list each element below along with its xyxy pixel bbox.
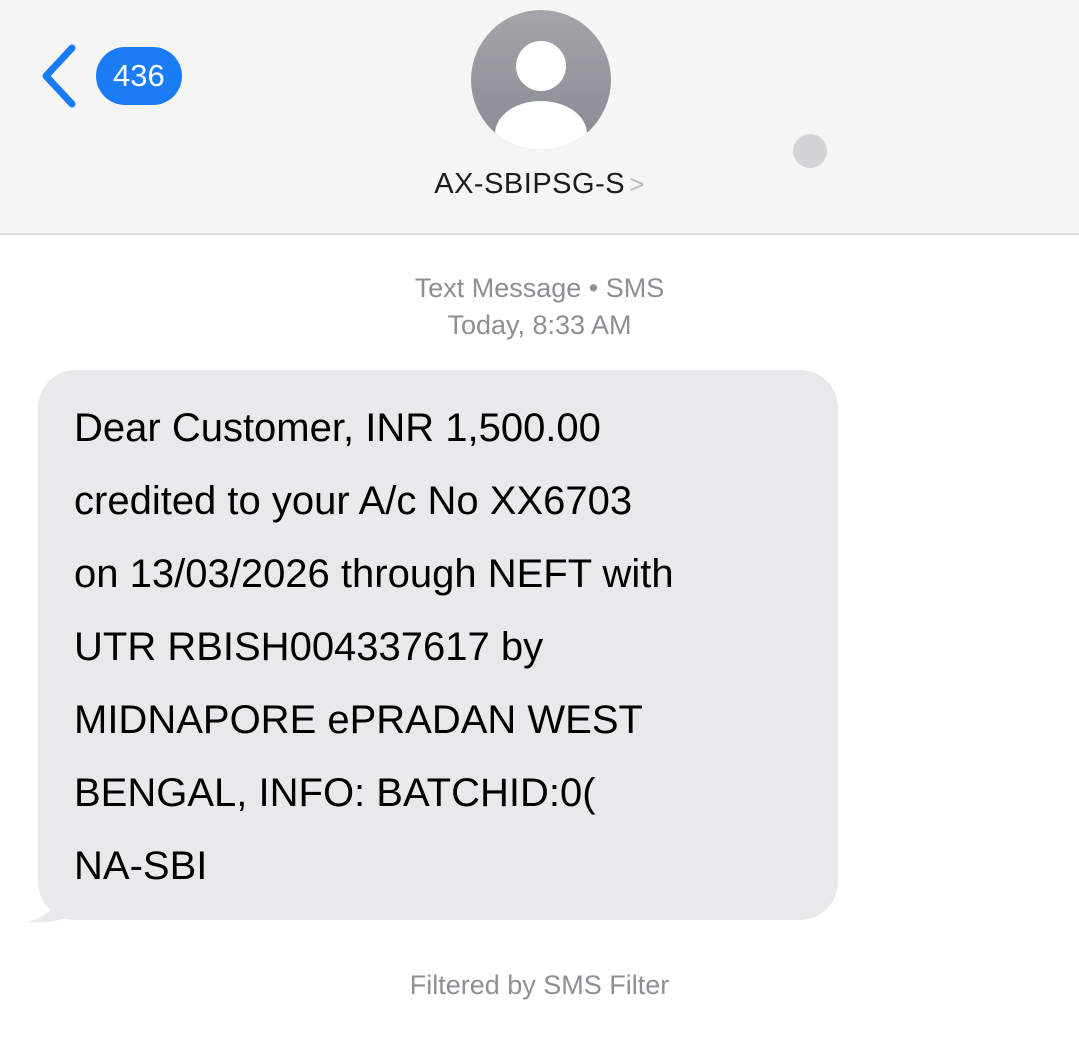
contact-name: AX-SBIPSG-S	[434, 168, 626, 200]
person-icon	[495, 41, 587, 150]
back-button[interactable]: 436	[36, 40, 182, 112]
message-type-label: Text Message • SMS	[414, 273, 665, 303]
contact-avatar[interactable]	[471, 10, 611, 150]
filter-note: Filtered by SMS Filter	[409, 970, 670, 1000]
message-meta: Text Message • SMS Today, 8:33 AM	[0, 270, 1079, 344]
message-bubble[interactable]: Dear Customer, INR 1,500.00 credited to …	[38, 370, 838, 920]
conversation-header: 436 AX-SBIPSG-S >	[0, 0, 1079, 235]
chevron-left-icon	[42, 44, 76, 108]
status-dot	[793, 134, 827, 168]
unread-count-badge: 436	[96, 47, 182, 105]
message-timestamp: Today, 8:33 AM	[447, 310, 632, 340]
chevron-right-icon: >	[629, 169, 645, 199]
contact-name-button[interactable]: AX-SBIPSG-S >	[0, 168, 1079, 201]
messages-screen: 436 AX-SBIPSG-S > Text Message • SMS Toda…	[0, 0, 1079, 1044]
